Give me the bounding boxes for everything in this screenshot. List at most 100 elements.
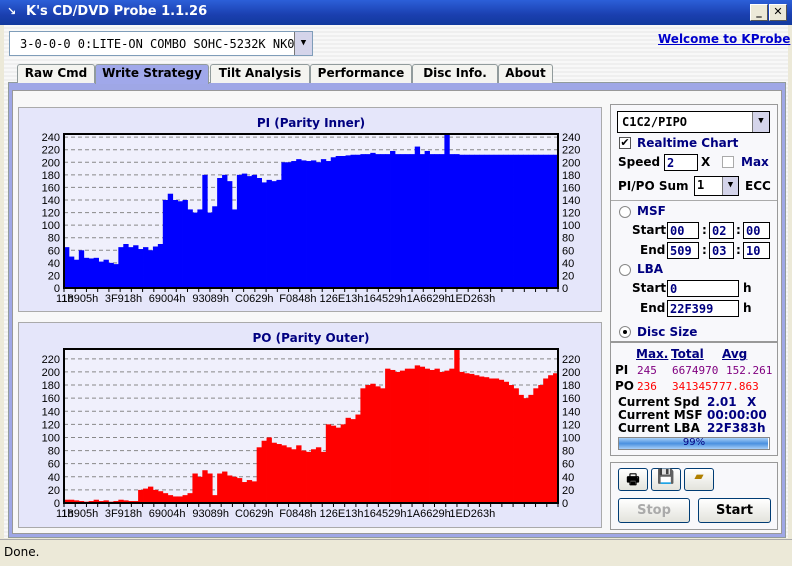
sum-select[interactable]: 1 ▼: [694, 176, 739, 196]
bar: [147, 250, 154, 288]
msf-end-sec[interactable]: 03: [709, 242, 734, 259]
close-button[interactable]: ✕: [769, 4, 787, 21]
msf-start-sec[interactable]: 02: [709, 222, 734, 239]
lba-end-input[interactable]: 22F399: [667, 300, 739, 317]
current-msf: 00:00:00: [707, 408, 767, 422]
x-tick-label: 164529h: [364, 508, 407, 520]
status-bar: Done.: [0, 539, 792, 566]
msf-start-min[interactable]: 00: [667, 222, 699, 239]
bar: [256, 447, 262, 503]
bar: [375, 154, 381, 288]
tab-disc-info[interactable]: Disc Info.: [412, 64, 498, 83]
bar: [251, 481, 258, 503]
bar: [434, 368, 440, 503]
bar: [68, 256, 75, 288]
bar: [217, 178, 223, 288]
bar: [483, 377, 490, 503]
y-tick-label: 160: [42, 393, 60, 405]
x-tick-label: 1A6629h: [407, 293, 451, 305]
bar: [113, 264, 119, 288]
x-tick-label: 3F918h: [105, 293, 142, 305]
y-tick-label: 220: [42, 354, 60, 366]
msf-start-frame[interactable]: 00: [743, 222, 770, 239]
progress-bar: 99%: [618, 437, 770, 450]
bar: [533, 154, 539, 288]
tab-tilt-analysis[interactable]: Tilt Analysis: [210, 64, 310, 83]
bar: [404, 154, 411, 288]
printer-icon[interactable]: 🖶: [618, 468, 648, 491]
chevron-down-icon[interactable]: ▼: [294, 32, 312, 55]
max-header: Max.: [636, 347, 669, 361]
divider: [611, 200, 777, 201]
minimize-button[interactable]: _: [750, 4, 768, 21]
bar: [276, 179, 282, 288]
msf-end-frame[interactable]: 10: [743, 242, 770, 259]
tab-about[interactable]: About: [498, 64, 553, 83]
y-tick-label: 160: [42, 182, 60, 194]
bar: [286, 447, 292, 503]
tab-write-strategy[interactable]: Write Strategy: [95, 64, 209, 84]
bar: [469, 373, 475, 503]
msf-radio[interactable]: [619, 206, 631, 218]
realtime-chart-checkbox[interactable]: ✔: [619, 137, 631, 149]
bar: [394, 154, 401, 288]
bar: [394, 371, 401, 503]
title-bar: ↘ K's CD/DVD Probe 1.1.26 _ ✕: [0, 0, 792, 25]
open-folder-icon[interactable]: ▰: [684, 468, 714, 491]
start-button[interactable]: Start: [698, 498, 771, 523]
bar: [434, 154, 440, 288]
bar: [301, 160, 307, 288]
bar: [251, 174, 258, 288]
y-tick-label: 80: [48, 233, 60, 245]
bar: [543, 378, 549, 503]
tab-raw-cmd[interactable]: Raw Cmd: [17, 64, 95, 83]
x-tick-label: 1ED263h: [449, 508, 495, 520]
device-select[interactable]: 3-0-0-0 0:LITE-ON COMBO SOHC-5232K NK07 …: [9, 31, 313, 56]
y-tick-label-right: 100: [562, 220, 580, 232]
x-tick-label: 126E13h: [319, 293, 363, 305]
welcome-link[interactable]: Welcome to KProbe: [658, 32, 790, 46]
lba-label: LBA: [637, 262, 664, 276]
bar: [266, 179, 272, 288]
disc-size-radio[interactable]: [619, 326, 631, 338]
bar: [276, 444, 282, 503]
max-checkbox[interactable]: [722, 156, 734, 168]
bar: [231, 209, 238, 288]
chevron-down-icon[interactable]: ▼: [722, 177, 738, 195]
tab-performance[interactable]: Performance: [310, 64, 412, 83]
chevron-down-icon[interactable]: ▼: [752, 112, 769, 132]
lba-radio[interactable]: [619, 264, 631, 276]
bar: [335, 156, 342, 288]
bar: [291, 449, 297, 503]
current-spd-label: Current Spd: [618, 395, 700, 409]
msf-end-min[interactable]: 509: [667, 242, 699, 259]
bar: [152, 489, 159, 503]
stop-button[interactable]: Stop: [618, 498, 690, 523]
y-tick-label-right: 160: [562, 393, 580, 405]
bar: [320, 451, 327, 503]
speed-input[interactable]: 2: [664, 154, 698, 171]
mode-select[interactable]: C1C2/PIPO ▼: [617, 111, 770, 133]
app-icon: ↘: [7, 5, 17, 18]
chart-title: PI (Parity Inner): [257, 116, 365, 130]
x-tick-label: F0848h: [279, 508, 316, 520]
bar: [409, 154, 416, 288]
bar: [493, 154, 500, 288]
bar: [414, 365, 421, 503]
save-icon[interactable]: 💾: [651, 468, 681, 491]
x-tick-label: 18905h: [62, 508, 99, 520]
bar: [548, 154, 554, 288]
po-label: PO: [615, 379, 634, 393]
y-tick-label: 120: [42, 208, 60, 220]
bar: [503, 381, 509, 503]
bar: [177, 201, 183, 288]
bar: [414, 146, 421, 288]
bar: [340, 424, 346, 503]
bar: [390, 369, 396, 503]
bar: [488, 154, 495, 288]
bar: [281, 162, 287, 288]
bar: [439, 371, 445, 503]
bar: [286, 162, 292, 288]
lba-start-input[interactable]: 0: [667, 280, 739, 297]
y-tick-label: 60: [48, 459, 60, 471]
